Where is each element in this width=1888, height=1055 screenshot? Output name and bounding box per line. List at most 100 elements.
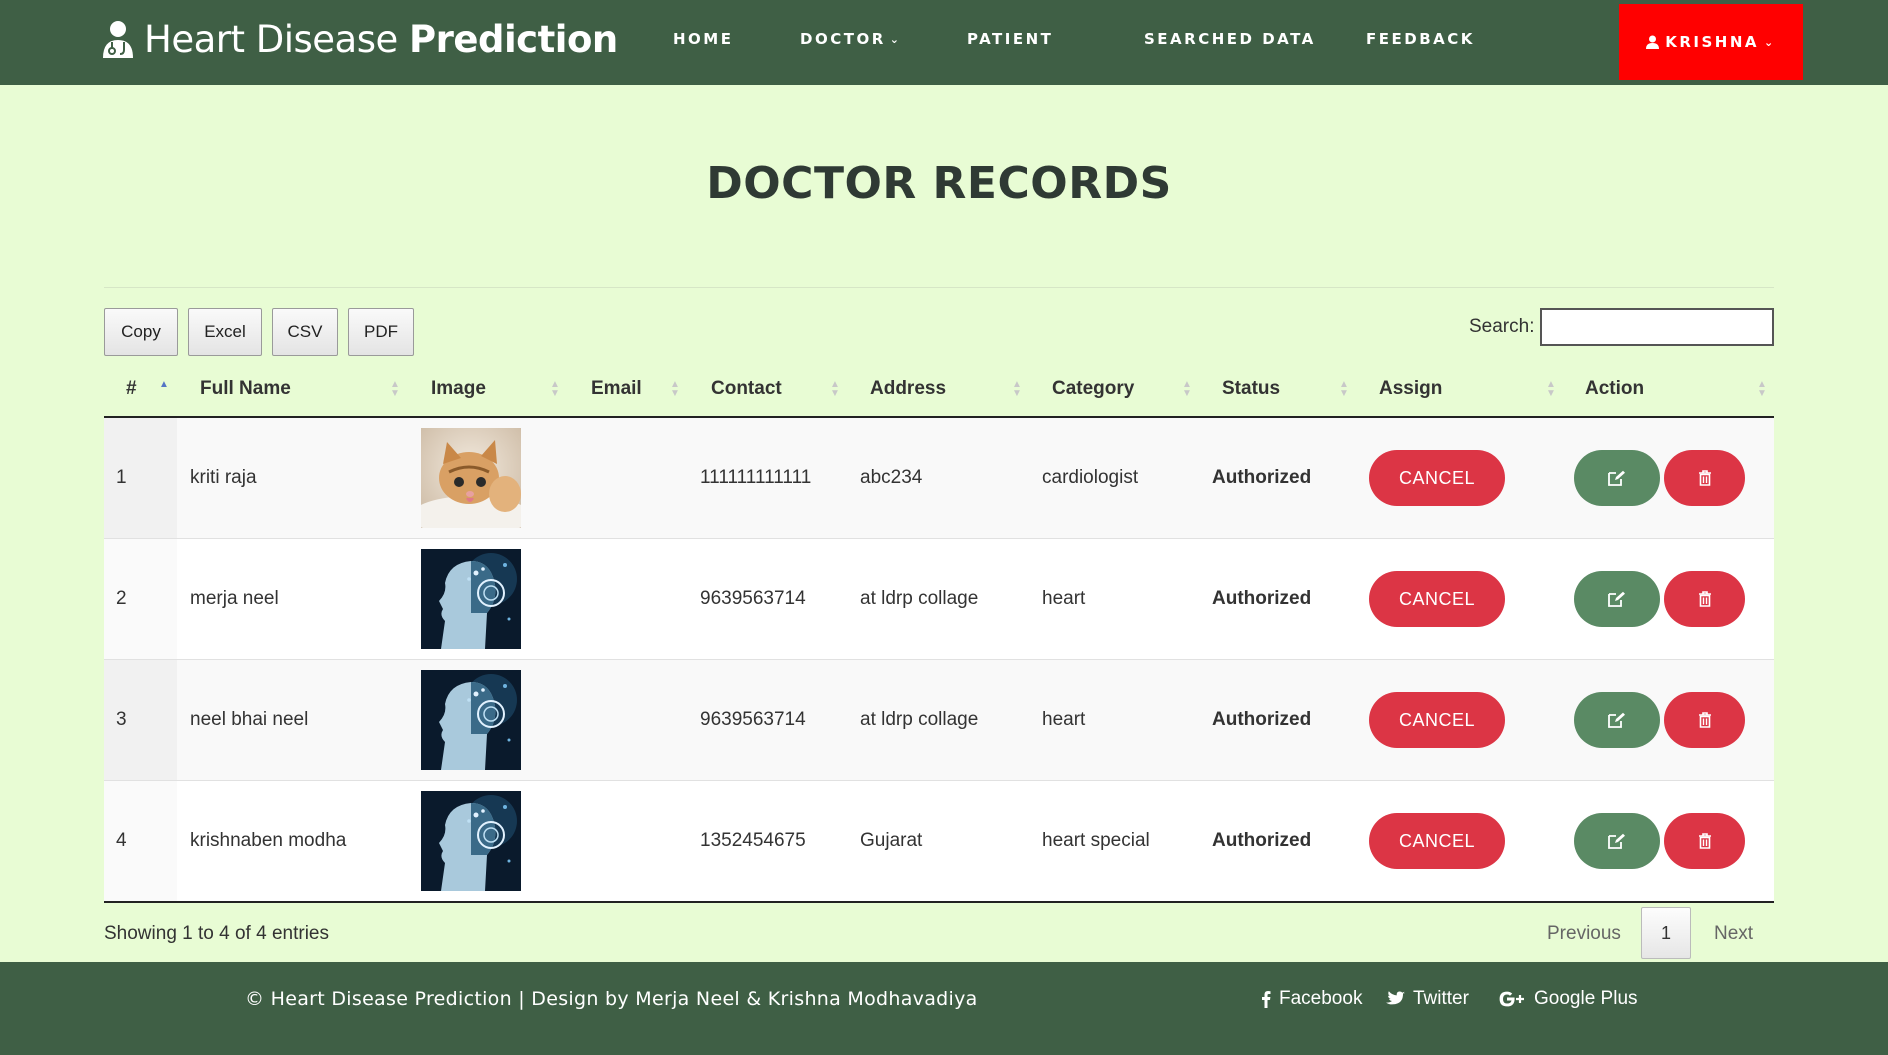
doctor-category: heart (1042, 709, 1086, 730)
edit-icon (1608, 470, 1625, 486)
column-header-action[interactable]: Action (1585, 378, 1644, 400)
doctor-address: at ldrp collage (860, 588, 979, 609)
trash-icon (1698, 833, 1711, 849)
nav-home-label: HOME (673, 30, 734, 48)
column-header-address[interactable]: Address (870, 378, 946, 400)
user-menu-button[interactable]: KRISHNA ⌄ (1619, 4, 1803, 80)
edit-button[interactable] (1574, 571, 1660, 627)
pdf-button[interactable]: PDF (348, 308, 414, 356)
brand-title-light: Heart Disease (144, 18, 410, 61)
table-row: 3 neel bhai neel 9639563714 at ldrp coll… (104, 660, 1774, 781)
cancel-button[interactable]: CANCEL (1369, 450, 1505, 506)
edit-button[interactable] (1574, 450, 1660, 506)
doctor-full-name: neel bhai neel (190, 709, 309, 730)
row-number: 2 (116, 588, 127, 609)
doctor-records-table: # ▲ Full Name ▲ ▼ Image ▲ ▼ Email ▲ ▼ Conta… (104, 370, 1774, 902)
doctor-address: abc234 (860, 467, 923, 488)
edit-button[interactable] (1574, 692, 1660, 748)
column-header-number[interactable]: # (126, 378, 137, 400)
navbar: Heart Disease Prediction HOME DOCTOR ⌄ PA… (0, 0, 1888, 85)
google-plus-link[interactable]: Google Plus (1498, 988, 1638, 1010)
google-plus-label: Google Plus (1534, 988, 1638, 1009)
sort-icon: ▲ ▼ (390, 379, 400, 399)
page-title: DOCTOR RECORDS (706, 158, 1172, 209)
doctor-image-kitten (421, 428, 521, 528)
doctor-full-name: kriti raja (190, 467, 257, 488)
table-header: # ▲ Full Name ▲ ▼ Image ▲ ▼ Email ▲ ▼ Conta… (104, 370, 1774, 418)
chevron-down-icon: ⌄ (1764, 35, 1776, 49)
footer: © Heart Disease Prediction | Design by M… (0, 962, 1888, 1055)
doctor-contact: 9639563714 (700, 588, 806, 609)
cancel-button[interactable]: CANCEL (1369, 692, 1505, 748)
sort-icon: ▲ ▼ (830, 379, 840, 399)
trash-icon (1698, 470, 1711, 486)
table-bottom-border (104, 901, 1774, 903)
copy-button[interactable]: Copy (104, 308, 178, 356)
sort-icon: ▲ ▼ (550, 379, 560, 399)
doctor-contact: 1352454675 (700, 830, 806, 851)
column-header-status[interactable]: Status (1222, 378, 1280, 400)
nav-patient[interactable]: PATIENT (967, 30, 1053, 48)
column-header-category[interactable]: Category (1052, 378, 1134, 400)
nav-home[interactable]: HOME (673, 30, 733, 48)
previous-page-button[interactable]: Previous (1547, 923, 1621, 945)
excel-button[interactable]: Excel (188, 308, 262, 356)
row-number: 4 (116, 830, 127, 851)
csv-button[interactable]: CSV (272, 308, 338, 356)
twitter-icon (1386, 991, 1405, 1005)
brand-title: Heart Disease Prediction (144, 18, 618, 61)
doctor-address: at ldrp collage (860, 709, 979, 730)
edit-icon (1608, 833, 1625, 849)
sort-icon: ▲ ▼ (1757, 379, 1767, 399)
sort-icon: ▲ ▼ (670, 379, 680, 399)
divider (104, 287, 1774, 288)
footer-copyright: © Heart Disease Prediction | Design by M… (245, 988, 978, 1010)
nav-patient-label: PATIENT (967, 30, 1054, 48)
delete-button[interactable] (1664, 450, 1745, 506)
column-header-email[interactable]: Email (591, 378, 642, 400)
facebook-link[interactable]: Facebook (1261, 988, 1362, 1010)
edit-icon (1608, 712, 1625, 728)
doctor-icon (103, 20, 133, 58)
delete-button[interactable] (1664, 813, 1745, 869)
doctor-category: heart (1042, 588, 1086, 609)
row-index-cell (104, 660, 177, 780)
brand-title-bold: Prediction (409, 18, 618, 61)
user-menu-label: KRISHNA (1665, 33, 1760, 51)
row-number: 3 (116, 709, 127, 730)
delete-button[interactable] (1664, 571, 1745, 627)
doctor-full-name: krishnaben modha (190, 830, 347, 851)
status-badge: Authorized (1212, 830, 1312, 851)
nav-feedback[interactable]: FEEDBACK (1366, 30, 1475, 48)
edit-button[interactable] (1574, 813, 1660, 869)
nav-doctor-label: DOCTOR (800, 30, 886, 48)
table-row: 2 merja neel 9639563714 at ldrp collage … (104, 539, 1774, 660)
nav-searched-data[interactable]: SEARCHED DATA (1144, 30, 1316, 48)
doctor-contact: 111111111111 (700, 467, 812, 488)
next-page-button[interactable]: Next (1714, 923, 1753, 945)
facebook-label: Facebook (1279, 988, 1363, 1009)
delete-button[interactable] (1664, 692, 1745, 748)
column-header-assign[interactable]: Assign (1379, 378, 1442, 400)
trash-icon (1698, 712, 1711, 728)
table-row: 1 kriti raja 111111111111 abc234 cardiol… (104, 418, 1774, 539)
cancel-button[interactable]: CANCEL (1369, 813, 1505, 869)
column-header-full-name[interactable]: Full Name (200, 378, 291, 400)
page-1-button[interactable]: 1 (1641, 907, 1691, 959)
twitter-link[interactable]: Twitter (1386, 988, 1469, 1010)
cancel-button[interactable]: CANCEL (1369, 571, 1505, 627)
trash-icon (1698, 591, 1711, 607)
sort-icon: ▲ ▼ (1339, 379, 1349, 399)
doctor-contact: 9639563714 (700, 709, 806, 730)
nav-feedback-label: FEEDBACK (1366, 30, 1475, 48)
chevron-down-icon: ⌄ (889, 33, 902, 46)
row-index-cell (104, 539, 177, 659)
search-input[interactable] (1540, 308, 1774, 346)
doctor-category: cardiologist (1042, 467, 1139, 488)
brand-logo[interactable]: Heart Disease Prediction (100, 18, 618, 61)
column-header-image[interactable]: Image (431, 378, 486, 400)
nav-doctor[interactable]: DOCTOR ⌄ (800, 30, 901, 48)
column-header-contact[interactable]: Contact (711, 378, 782, 400)
table-row: 4 krishnaben modha 1352454675 Gujarat he… (104, 781, 1774, 902)
doctor-image-ai-head (421, 791, 521, 891)
